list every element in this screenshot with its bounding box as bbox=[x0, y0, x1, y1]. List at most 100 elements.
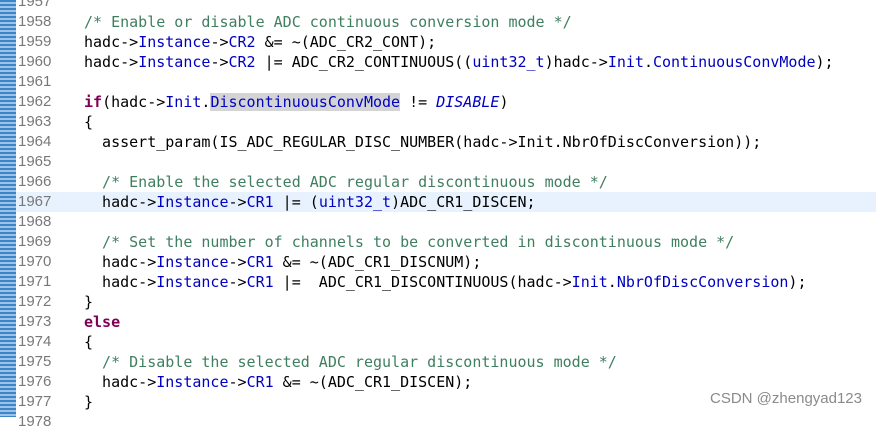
code-token: )ADC_CR1_DISCEN; bbox=[391, 193, 536, 211]
code-editor[interactable]: 1957 1958 /* Enable or disable ADC continu… bbox=[16, 0, 876, 432]
code-text: /* Enable the selected ADC regular disco… bbox=[84, 172, 608, 192]
code-token: CR1 bbox=[246, 373, 274, 391]
code-token: CR2 bbox=[228, 53, 256, 71]
line-number: 1964 bbox=[18, 133, 52, 150]
code-token: } bbox=[84, 293, 94, 311]
code-token: &= ~(ADC_CR2_CONT); bbox=[255, 33, 437, 51]
line-number: 1972 bbox=[18, 293, 52, 310]
line-number: 1958 bbox=[18, 13, 52, 30]
line-number: 1974 bbox=[18, 333, 52, 350]
code-text: { bbox=[84, 332, 93, 352]
code-token: != bbox=[400, 93, 437, 111]
code-line[interactable]: 1974 { bbox=[16, 332, 876, 352]
line-number: 1962 bbox=[18, 93, 52, 110]
current-code-line[interactable]: 1967 hadc->Instance->CR1 |= (uint32_t)AD… bbox=[16, 192, 876, 212]
code-line[interactable]: 1976 hadc->Instance->CR1 &= ~(ADC_CR1_DI… bbox=[16, 372, 876, 392]
line-number: 1961 bbox=[18, 73, 52, 90]
code-token: ); bbox=[815, 53, 834, 71]
line-number: 1963 bbox=[18, 113, 52, 130]
overview-ruler bbox=[0, 0, 16, 417]
code-token: hadc-> bbox=[84, 373, 157, 391]
code-text: /* Enable or disable ADC continuous conv… bbox=[84, 12, 572, 32]
code-token: assert_param(IS_ADC_REGULAR_DISC_NUMBER(… bbox=[84, 133, 762, 151]
code-token: hadc-> bbox=[84, 253, 157, 271]
code-token: ); bbox=[788, 273, 807, 291]
code-token: . bbox=[643, 53, 653, 71]
code-token: Instance bbox=[138, 53, 211, 71]
line-number: 1978 bbox=[18, 413, 52, 430]
line-number: 1975 bbox=[18, 353, 52, 370]
code-token: |= ( bbox=[273, 193, 319, 211]
watermark: CSDN @zhengyad123 bbox=[710, 390, 862, 407]
code-token: &= ~(ADC_CR1_DISCNUM); bbox=[273, 253, 482, 271]
code-token: hadc-> bbox=[84, 273, 157, 291]
code-line[interactable]: 1966 /* Enable the selected ADC regular … bbox=[16, 172, 876, 192]
code-token: -> bbox=[228, 253, 247, 271]
line-number: 1959 bbox=[18, 33, 52, 50]
code-text: hadc->Instance->CR1 |= ADC_CR1_DISCONTIN… bbox=[84, 272, 806, 292]
code-line[interactable]: 1960 hadc->Instance->CR2 |= ADC_CR2_CONTI… bbox=[16, 52, 876, 72]
code-token: -> bbox=[210, 53, 229, 71]
code-line[interactable]: 1968 bbox=[16, 212, 876, 232]
code-token: CR2 bbox=[228, 33, 256, 51]
code-token: Instance bbox=[156, 253, 229, 271]
code-line[interactable]: 1975 /* Disable the selected ADC regular… bbox=[16, 352, 876, 372]
code-token: /* Enable the selected ADC regular disco… bbox=[84, 173, 608, 191]
code-line[interactable]: 1973 else bbox=[16, 312, 876, 332]
code-line[interactable]: 1963 { bbox=[16, 112, 876, 132]
code-line[interactable]: 1958 /* Enable or disable ADC continuous … bbox=[16, 12, 876, 32]
code-line[interactable]: 1978 bbox=[16, 412, 876, 432]
line-number: 1965 bbox=[18, 153, 52, 170]
line-number: 1970 bbox=[18, 253, 52, 270]
code-token: Init bbox=[165, 93, 202, 111]
code-token: hadc-> bbox=[84, 193, 157, 211]
code-token: uint32_t bbox=[472, 53, 545, 71]
code-token: |= ADC_CR2_CONTINUOUS(( bbox=[255, 53, 473, 71]
code-token: . bbox=[607, 273, 617, 291]
code-token: &= ~(ADC_CR1_DISCEN); bbox=[273, 373, 473, 391]
code-text: hadc->Instance->CR2 |= ADC_CR2_CONTINUOU… bbox=[84, 52, 834, 72]
code-token: -> bbox=[228, 193, 247, 211]
code-text: hadc->Instance->CR1 &= ~(ADC_CR1_DISCEN)… bbox=[84, 372, 472, 392]
code-line[interactable]: 1961 bbox=[16, 72, 876, 92]
line-number: 1973 bbox=[18, 313, 52, 330]
code-text: } bbox=[84, 292, 93, 312]
code-token: /* Set the number of channels to be conv… bbox=[84, 233, 735, 251]
code-line[interactable]: 1959 hadc->Instance->CR2 &= ~(ADC_CR2_CON… bbox=[16, 32, 876, 52]
code-line[interactable]: 1971 hadc->Instance->CR1 |= ADC_CR1_DISC… bbox=[16, 272, 876, 292]
code-token: Instance bbox=[156, 273, 229, 291]
code-text: hadc->Instance->CR1 &= ~(ADC_CR1_DISCNUM… bbox=[84, 252, 481, 272]
code-token: /* Disable the selected ADC regular disc… bbox=[84, 353, 617, 371]
code-token: ) bbox=[499, 93, 509, 111]
code-token: Instance bbox=[156, 193, 229, 211]
code-text: hadc->Instance->CR2 &= ~(ADC_CR2_CONT); bbox=[84, 32, 436, 52]
code-line[interactable]: 1965 bbox=[16, 152, 876, 172]
code-token: uint32_t bbox=[318, 193, 392, 211]
code-line[interactable]: 1962 if(hadc->Init.DiscontinuousConvMode … bbox=[16, 92, 876, 112]
code-token: Instance bbox=[138, 33, 211, 51]
line-number: 1957 bbox=[18, 0, 52, 10]
code-token: hadc-> bbox=[84, 33, 139, 51]
code-line[interactable]: 1964 assert_param(IS_ADC_REGULAR_DISC_NU… bbox=[16, 132, 876, 152]
code-text: else bbox=[84, 312, 120, 332]
code-token: -> bbox=[210, 33, 229, 51]
code-token: if bbox=[84, 93, 103, 111]
code-token: CR1 bbox=[246, 193, 274, 211]
code-text: hadc->Instance->CR1 |= (uint32_t)ADC_CR1… bbox=[84, 192, 536, 212]
code-token: else bbox=[84, 313, 121, 331]
code-line[interactable]: 1972} bbox=[16, 292, 876, 312]
code-token: |= ADC_CR1_DISCONTINUOUS(hadc-> bbox=[273, 273, 572, 291]
code-token: (hadc-> bbox=[102, 93, 166, 111]
code-line[interactable]: 1970 hadc->Instance->CR1 &= ~(ADC_CR1_DI… bbox=[16, 252, 876, 272]
code-token: Init bbox=[607, 53, 644, 71]
line-number: 1977 bbox=[18, 393, 52, 410]
code-token: DiscontinuousConvMode bbox=[210, 93, 401, 111]
code-text: /* Disable the selected ADC regular disc… bbox=[84, 352, 617, 372]
code-line[interactable]: 1969 /* Set the number of channels to be… bbox=[16, 232, 876, 252]
code-text: assert_param(IS_ADC_REGULAR_DISC_NUMBER(… bbox=[84, 132, 761, 152]
code-token: hadc-> bbox=[84, 53, 139, 71]
code-token: )hadc-> bbox=[544, 53, 608, 71]
line-number: 1967 bbox=[18, 193, 52, 210]
code-token: Instance bbox=[156, 373, 229, 391]
code-line[interactable]: 1957 bbox=[16, 0, 876, 12]
